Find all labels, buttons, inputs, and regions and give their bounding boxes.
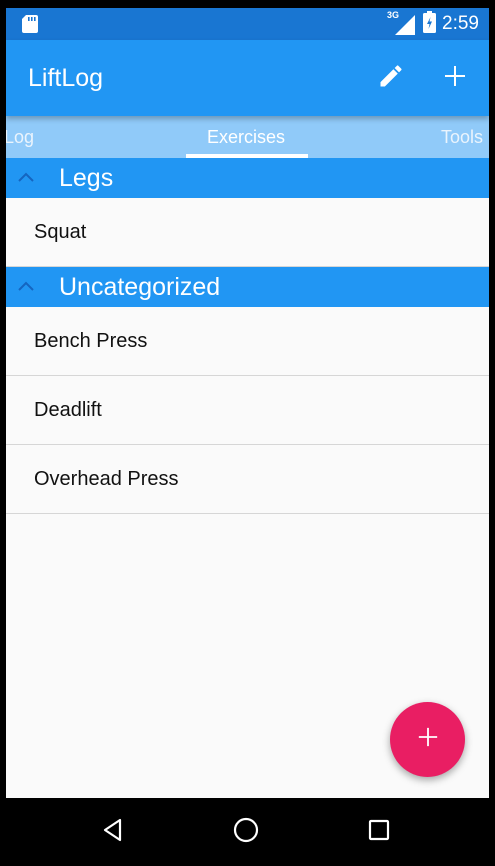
navigation-bar xyxy=(0,798,495,866)
back-button[interactable] xyxy=(93,812,133,852)
chevron-up-icon xyxy=(14,166,38,195)
exercise-name: Overhead Press xyxy=(34,468,179,490)
signal-icon: 3G xyxy=(387,10,417,35)
recents-icon xyxy=(367,818,391,847)
tab-log[interactable]: Log xyxy=(6,127,34,148)
edit-icon xyxy=(377,62,405,95)
back-icon xyxy=(100,817,126,848)
tab-bar: Log Exercises Tools xyxy=(6,116,489,158)
clock: 2:59 xyxy=(442,13,479,34)
network-type-label: 3G xyxy=(387,10,400,20)
sd-card-icon xyxy=(22,15,38,38)
app-bar: LiftLog xyxy=(6,40,489,116)
list-item[interactable]: Deadlift xyxy=(6,376,489,445)
tab-tools[interactable]: Tools xyxy=(441,127,483,148)
home-button[interactable] xyxy=(226,812,266,852)
section-header-uncategorized[interactable]: Uncategorized xyxy=(6,267,489,307)
list-item[interactable]: Overhead Press xyxy=(6,445,489,514)
add-icon xyxy=(417,726,439,753)
status-bar: 3G 2:59 xyxy=(6,8,489,40)
add-icon xyxy=(443,64,467,93)
section-title: Uncategorized xyxy=(59,273,221,301)
exercise-name: Squat xyxy=(34,221,87,243)
tab-exercises[interactable]: Exercises xyxy=(207,127,285,148)
recents-button[interactable] xyxy=(359,812,399,852)
chevron-up-icon xyxy=(14,275,38,304)
list-item[interactable]: Bench Press xyxy=(6,307,489,376)
home-icon xyxy=(232,816,260,849)
section-title: Legs xyxy=(59,164,114,192)
battery-icon xyxy=(423,10,437,38)
exercise-name: Deadlift xyxy=(34,399,102,421)
list-item[interactable]: Squat xyxy=(6,198,489,267)
app-screen: 3G 2:59 LiftLog Log Exercises Tools Legs… xyxy=(6,8,489,798)
app-title: LiftLog xyxy=(28,64,104,92)
section-header-legs[interactable]: Legs xyxy=(6,158,489,198)
exercise-name: Bench Press xyxy=(34,330,148,352)
exercise-list: Legs Squat Uncategorized Bench Press Dea… xyxy=(6,158,489,514)
add-exercise-fab[interactable] xyxy=(390,702,465,777)
add-button[interactable] xyxy=(437,60,473,96)
tab-indicator xyxy=(186,154,308,158)
edit-button[interactable] xyxy=(373,60,409,96)
